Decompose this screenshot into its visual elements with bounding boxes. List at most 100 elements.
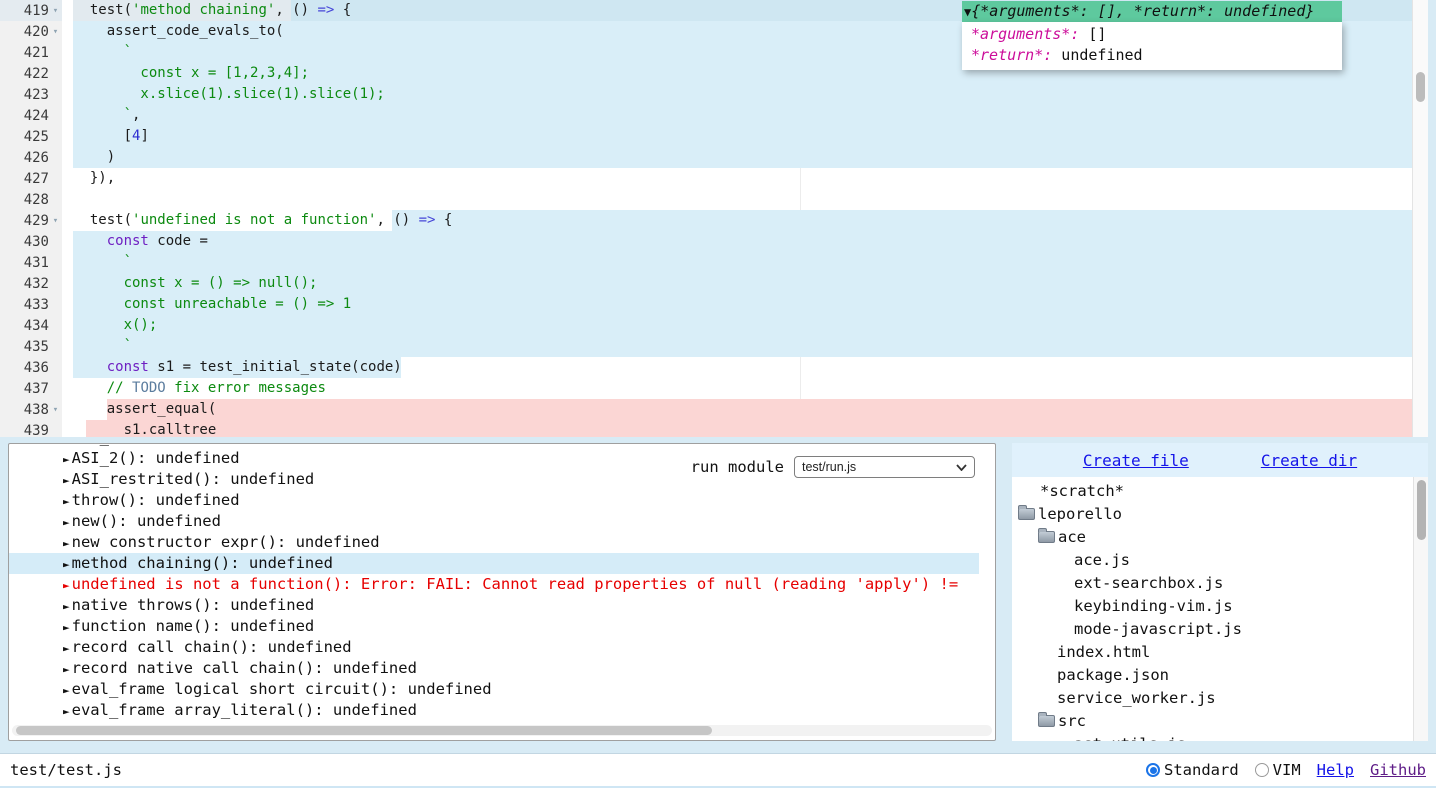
- line-number-422: 422: [0, 63, 62, 84]
- tooltip-value: []: [1079, 25, 1106, 43]
- test-result-item[interactable]: ►method chaining(): undefined: [9, 553, 979, 574]
- expand-triangle-icon[interactable]: ►: [63, 474, 70, 487]
- test-result-item[interactable]: ►new constructor expr(): undefined: [9, 532, 979, 553]
- status-bar: test/test.js StandardVIMHelpGithub: [0, 753, 1436, 788]
- code-line-426[interactable]: ): [0, 147, 1428, 168]
- expand-triangle-icon[interactable]: ►: [63, 453, 70, 466]
- highlight-pink: [107, 399, 1428, 420]
- tooltip-header[interactable]: ▼{*arguments*: [], *return*: undefined}: [962, 1, 1342, 22]
- code-line-434[interactable]: x();: [0, 315, 1428, 336]
- code-line-423[interactable]: x.slice(1).slice(1).slice(1);: [0, 84, 1428, 105]
- expand-triangle-icon[interactable]: ►: [63, 537, 70, 550]
- line-number-436: 436: [0, 357, 62, 378]
- expand-triangle-icon[interactable]: ►: [63, 516, 70, 529]
- tree-file-service-worker-js[interactable]: service_worker.js: [1012, 686, 1412, 709]
- test-result-item[interactable]: ►undefined is not a function(): Error: F…: [9, 574, 979, 595]
- tree-file--scratch-[interactable]: *scratch*: [1012, 479, 1412, 502]
- fold-arrow-icon[interactable]: ▾: [49, 216, 62, 226]
- editor-scrollbar-thumb[interactable]: [1416, 72, 1425, 102]
- github-link[interactable]: Github: [1370, 761, 1426, 779]
- expand-triangle-icon[interactable]: ►: [63, 600, 70, 613]
- highlight-blue: [73, 126, 1428, 147]
- code-line-425[interactable]: [4]: [0, 126, 1428, 147]
- expand-triangle-icon[interactable]: ►: [63, 558, 70, 571]
- expand-triangle-icon[interactable]: ►: [63, 579, 70, 592]
- code-line-437[interactable]: // TODO fix error messages: [0, 378, 1428, 399]
- test-result-item[interactable]: ►record native call chain(): undefined: [9, 658, 979, 679]
- expand-triangle-icon[interactable]: ►: [63, 663, 70, 676]
- test-result-item[interactable]: ►native throws(): undefined: [9, 595, 979, 616]
- tree-file-index-html[interactable]: index.html: [1012, 640, 1412, 663]
- code-line-438[interactable]: assert_equal(: [0, 399, 1428, 420]
- highlight-pink: [86, 420, 1428, 437]
- highlight-blue: [73, 315, 1428, 336]
- tree-folder-ace[interactable]: ace: [1012, 525, 1412, 548]
- tree-file-ast-utils-js[interactable]: ast_utils.js: [1012, 732, 1412, 741]
- highlight-blue: [73, 231, 1428, 252]
- expand-triangle-icon[interactable]: ►: [63, 495, 70, 508]
- fold-arrow-icon[interactable]: ▾: [49, 6, 62, 16]
- line-number-434: 434: [0, 315, 62, 336]
- create-dir-link[interactable]: Create dir: [1261, 451, 1357, 470]
- results-horizontal-scrollbar[interactable]: [12, 725, 992, 736]
- line-number-424: 424: [0, 105, 62, 126]
- run-module-select[interactable]: test/run.js: [794, 456, 975, 478]
- code-line-432[interactable]: const x = () => null();: [0, 273, 1428, 294]
- expand-triangle-icon[interactable]: ►: [63, 443, 70, 445]
- test-result-item[interactable]: ►throw(): undefined: [9, 490, 979, 511]
- expand-triangle-icon[interactable]: ►: [63, 642, 70, 655]
- code-editor[interactable]: test('method chaining', () => { assert_c…: [0, 0, 1428, 437]
- test-result-item[interactable]: ►new(): undefined: [9, 511, 979, 532]
- line-number-435: 435: [0, 336, 62, 357]
- code-text: const s1 = test_initial_state(code): [73, 357, 402, 378]
- fold-arrow-icon[interactable]: ▾: [49, 405, 62, 415]
- code-line-430[interactable]: const code =: [0, 231, 1428, 252]
- code-line-424[interactable]: `,: [0, 105, 1428, 126]
- keybinding-radio-standard[interactable]: Standard: [1146, 761, 1239, 779]
- code-line-433[interactable]: const unreachable = () => 1: [0, 294, 1428, 315]
- code-line-427[interactable]: }),: [0, 168, 1428, 189]
- tooltip-entry[interactable]: *return*: undefined: [971, 45, 1342, 66]
- test-result-label: ASI_2(): undefined: [72, 449, 240, 467]
- code-line-435[interactable]: `: [0, 336, 1428, 357]
- line-number-420: 420▾: [0, 21, 62, 42]
- test-result-item[interactable]: ►eval_frame logical short circuit(): und…: [9, 679, 979, 700]
- test-result-item[interactable]: ►function name(): undefined: [9, 616, 979, 637]
- code-line-439[interactable]: s1.calltree: [0, 420, 1428, 437]
- tree-file-package-json[interactable]: package.json: [1012, 663, 1412, 686]
- tree-file-mode-javascript-js[interactable]: mode-javascript.js: [1012, 617, 1412, 640]
- code-line-428[interactable]: [0, 189, 1428, 210]
- folder-icon: [1038, 531, 1055, 543]
- tree-folder-src[interactable]: src: [1012, 709, 1412, 732]
- tree-item-label: ace: [1058, 528, 1086, 546]
- files-scrollbar-thumb[interactable]: [1417, 480, 1426, 540]
- results-scrollbar-thumb[interactable]: [16, 726, 712, 735]
- expand-triangle-icon[interactable]: ►: [63, 684, 70, 697]
- radio-selected-icon[interactable]: [1146, 763, 1160, 777]
- test-result-item[interactable]: ►eval_frame array_literal(): undefined: [9, 700, 979, 721]
- keybinding-radio-vim[interactable]: VIM: [1255, 761, 1301, 779]
- bottom-area: ►ASI_1(): undefined►ASI_2(): undefined►A…: [0, 437, 1436, 753]
- code-line-429[interactable]: test('undefined is not a function', () =…: [0, 210, 1428, 231]
- test-result-label: ASI_1(): undefined: [72, 443, 240, 446]
- line-number-429: 429▾: [0, 210, 62, 231]
- tree-file-ace-js[interactable]: ace.js: [1012, 548, 1412, 571]
- create-file-link[interactable]: Create file: [1083, 451, 1189, 470]
- tree-folder-leporello[interactable]: leporello: [1012, 502, 1412, 525]
- help-link[interactable]: Help: [1317, 761, 1354, 779]
- editor-scrollbar[interactable]: [1412, 0, 1428, 437]
- code-line-436[interactable]: const s1 = test_initial_state(code): [0, 357, 1428, 378]
- tree-file-ext-searchbox-js[interactable]: ext-searchbox.js: [1012, 571, 1412, 594]
- expand-triangle-icon[interactable]: ►: [63, 705, 70, 718]
- tree-item-label: mode-javascript.js: [1074, 620, 1242, 638]
- tooltip-entry[interactable]: *arguments*: []: [971, 24, 1342, 45]
- run-module-label: run module: [691, 458, 784, 476]
- code-text: }),: [73, 168, 115, 189]
- radio-unselected-icon[interactable]: [1255, 763, 1269, 777]
- files-scrollbar[interactable]: [1413, 477, 1428, 741]
- test-result-item[interactable]: ►record call chain(): undefined: [9, 637, 979, 658]
- fold-arrow-icon[interactable]: ▾: [49, 27, 62, 37]
- code-line-431[interactable]: `: [0, 252, 1428, 273]
- tree-file-keybinding-vim-js[interactable]: keybinding-vim.js: [1012, 594, 1412, 617]
- expand-triangle-icon[interactable]: ►: [63, 621, 70, 634]
